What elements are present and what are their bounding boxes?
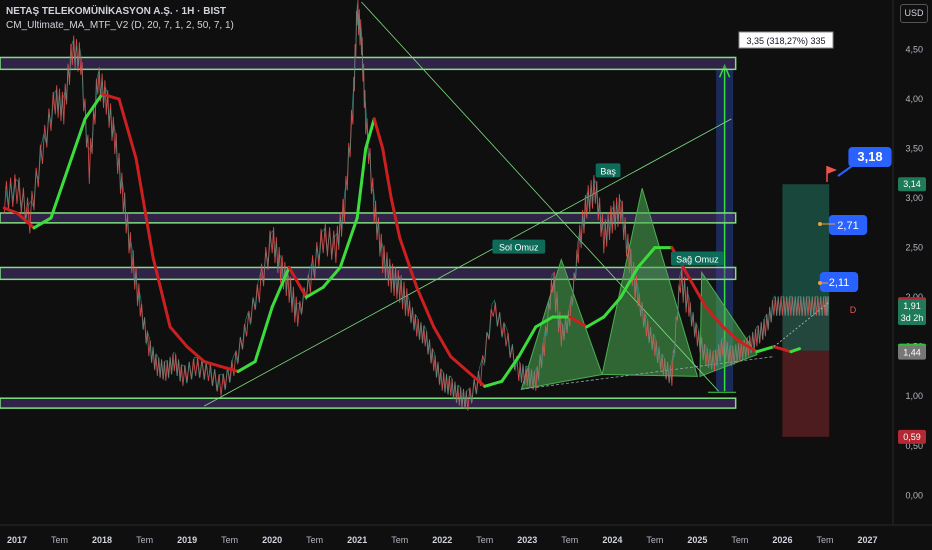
sr-zone [0,56,737,71]
y-tick-label: 4,00 [905,94,923,104]
target-bubble: 2,71 [837,220,858,232]
x-tick-label: 2018 [92,535,112,545]
ma-segment [168,325,189,349]
ma-segment [415,285,436,329]
y-tick-label: 4,50 [905,45,923,55]
ma-segment [466,369,487,388]
ma-segment [500,355,521,383]
x-tick-label: Tem [306,535,323,545]
target-bubble: 3,18 [857,149,882,164]
x-tick-label: Tem [561,535,578,545]
x-tick-label: 2022 [432,535,452,545]
y-tick-label: 2,50 [905,243,923,253]
ma-segment [304,285,325,299]
ma-segment [66,117,87,170]
x-tick-label: 2017 [7,535,27,545]
price-badge: 1,91 [903,301,921,311]
x-tick-label: Tem [391,535,408,545]
pattern-label: Sol Omuz [499,243,539,253]
ma-segment [134,156,155,260]
ma-segment [355,147,368,220]
price-badge: 1,44 [903,348,921,358]
bubble-pointer [837,165,853,177]
ma-segment [381,147,393,200]
pattern-label: Baş [600,166,616,176]
flag-icon [827,166,837,174]
bubble-dot [818,222,822,226]
price-badge: 3d 2h [901,313,924,323]
y-tick-label: 1,00 [905,391,923,401]
price-badge: 3,14 [903,179,921,189]
x-tick-label: 2019 [177,535,197,545]
ma-segment [253,305,274,364]
ma-segment [117,97,138,160]
x-tick-label: Tem [51,535,68,545]
x-tick-label: Tem [136,535,153,545]
x-tick-label: Tem [731,535,748,545]
ma-segment [49,166,70,220]
target-bubble: 2,11 [829,277,850,289]
x-tick-label: 2023 [517,535,537,545]
pattern-label: Sağ Omuz [676,255,719,265]
ma-segment [236,360,257,373]
ma-segment [432,325,453,359]
x-tick-label: 2020 [262,535,282,545]
x-tick-label: 2026 [772,535,792,545]
ma-segment [483,379,504,388]
ma-segment [219,365,240,373]
price-badge: 0,59 [903,432,921,442]
x-tick-label: 2024 [602,535,622,545]
x-tick-label: 2021 [347,535,367,545]
measure-label: 3,35 (318,27%) 335 [746,36,825,46]
x-tick-label: 2027 [857,535,877,545]
marker-label: D [850,305,857,315]
y-tick-label: 3,50 [905,144,923,154]
ma-segment [372,117,385,151]
y-tick-label: 3,00 [905,193,923,203]
ma-segment [585,315,606,329]
x-tick-label: Tem [646,535,663,545]
price-chart[interactable]: 0,000,501,001,502,002,503,003,504,004,50… [0,0,932,550]
ma-segment [755,345,776,354]
sr-zone [0,397,737,409]
bubble-dot [818,281,822,285]
ma-segment [338,216,359,269]
x-tick-label: Tem [221,535,238,545]
x-tick-label: Tem [816,535,833,545]
y-tick-label: 0,00 [905,490,923,500]
ma-segment [185,345,206,364]
ma-segment [449,355,470,373]
x-tick-label: Tem [476,535,493,545]
x-tick-label: 2025 [687,535,707,545]
